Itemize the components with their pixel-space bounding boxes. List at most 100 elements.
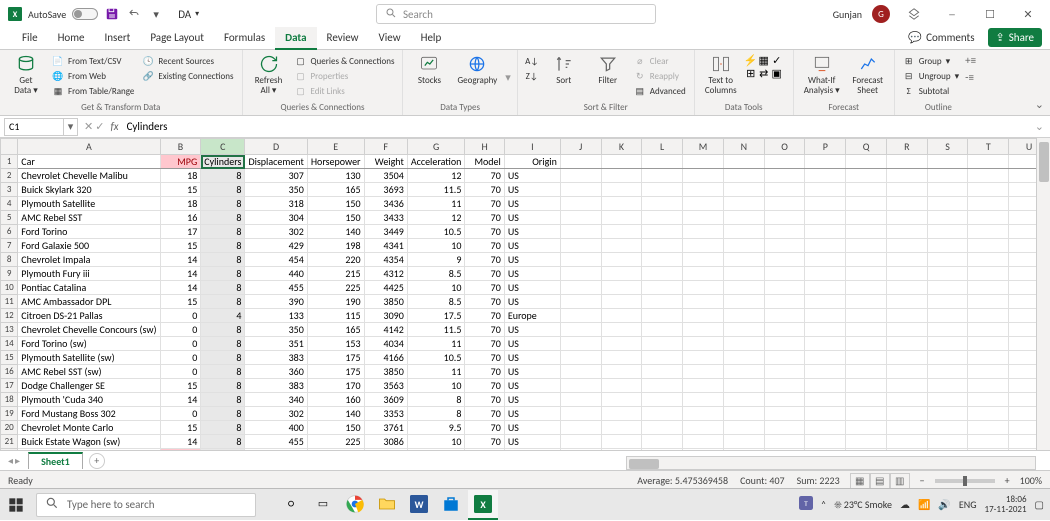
cell-N7[interactable] (723, 239, 764, 253)
cell-G13[interactable]: 11.5 (407, 323, 465, 337)
cell-A18[interactable]: Plymouth 'Cuda 340 (18, 393, 160, 407)
cell-T12[interactable] (968, 309, 1009, 323)
cell-I2[interactable]: US (504, 169, 560, 183)
cell-I4[interactable]: US (504, 197, 560, 211)
cell-K2[interactable] (601, 169, 642, 183)
cell-H10[interactable]: 70 (465, 281, 504, 295)
cell-P15[interactable] (805, 351, 846, 365)
cell-M3[interactable] (683, 183, 724, 197)
user-name[interactable]: Gunjan (833, 8, 862, 21)
cell-Q21[interactable] (846, 435, 887, 449)
cell-I15[interactable]: US (504, 351, 560, 365)
cell-E14[interactable]: 153 (307, 337, 364, 351)
cell-F3[interactable]: 3693 (364, 183, 407, 197)
cell-H16[interactable]: 70 (465, 365, 504, 379)
cell-M13[interactable] (683, 323, 724, 337)
cell-A21[interactable]: Buick Estate Wagon (sw) (18, 435, 160, 449)
page-break-view-button[interactable]: ▥ (890, 473, 910, 489)
cell-T21[interactable] (968, 435, 1009, 449)
consolidate-icon[interactable]: ⊞ (745, 67, 757, 79)
cell-I10[interactable]: US (504, 281, 560, 295)
cell-O20[interactable] (764, 421, 805, 435)
tray-clock[interactable]: 18:06 17-11-2021 (985, 495, 1027, 515)
cell-M17[interactable] (683, 379, 724, 393)
cell-G8[interactable]: 9 (407, 253, 465, 267)
cell-G4[interactable]: 11 (407, 197, 465, 211)
cell-E12[interactable]: 115 (307, 309, 364, 323)
cell-G19[interactable]: 8 (407, 407, 465, 421)
cell-F17[interactable]: 3563 (364, 379, 407, 393)
tab-view[interactable]: View (369, 27, 411, 49)
cell-M6[interactable] (683, 225, 724, 239)
cell-B8[interactable]: 14 (160, 253, 201, 267)
cell-H11[interactable]: 70 (465, 295, 504, 309)
cell-G6[interactable]: 10.5 (407, 225, 465, 239)
qat-dropdown-icon[interactable]: ▾ (148, 6, 164, 22)
cell-E13[interactable]: 165 (307, 323, 364, 337)
cell-M21[interactable] (683, 435, 724, 449)
cell-E6[interactable]: 140 (307, 225, 364, 239)
cell-O11[interactable] (764, 295, 805, 309)
cell-H4[interactable]: 70 (465, 197, 504, 211)
cell-C5[interactable]: 8 (201, 211, 245, 225)
cell-I1[interactable]: Origin (504, 155, 560, 169)
cell-A7[interactable]: Ford Galaxie 500 (18, 239, 160, 253)
cell-J1[interactable] (560, 155, 601, 169)
cell-O2[interactable] (764, 169, 805, 183)
cell-F9[interactable]: 4312 (364, 267, 407, 281)
row-header-20[interactable]: 20 (1, 421, 18, 435)
col-header-F[interactable]: F (364, 139, 407, 155)
cell-S6[interactable] (927, 225, 968, 239)
cell-M10[interactable] (683, 281, 724, 295)
cell-N4[interactable] (723, 197, 764, 211)
cell-Q13[interactable] (846, 323, 887, 337)
cell-L2[interactable] (642, 169, 683, 183)
cell-S12[interactable] (927, 309, 968, 323)
cell-I7[interactable]: US (504, 239, 560, 253)
cell-E1[interactable]: Horsepower (307, 155, 364, 169)
cell-K15[interactable] (601, 351, 642, 365)
cell-D10[interactable]: 455 (245, 281, 307, 295)
cell-L14[interactable] (642, 337, 683, 351)
cell-D21[interactable]: 455 (245, 435, 307, 449)
cell-P16[interactable] (805, 365, 846, 379)
cell-R14[interactable] (886, 337, 927, 351)
cell-A14[interactable]: Ford Torino (sw) (18, 337, 160, 351)
cell-H7[interactable]: 70 (465, 239, 504, 253)
cell-O3[interactable] (764, 183, 805, 197)
cell-B20[interactable]: 15 (160, 421, 201, 435)
cell-D19[interactable]: 302 (245, 407, 307, 421)
cell-I16[interactable]: US (504, 365, 560, 379)
cell-N8[interactable] (723, 253, 764, 267)
row-header-7[interactable]: 7 (1, 239, 18, 253)
tab-formulas[interactable]: Formulas (214, 27, 275, 49)
row-header-4[interactable]: 4 (1, 197, 18, 211)
row-header-21[interactable]: 21 (1, 435, 18, 449)
cell-B19[interactable]: 0 (160, 407, 201, 421)
col-header-L[interactable]: L (642, 139, 683, 155)
cell-B6[interactable]: 17 (160, 225, 201, 239)
cell-L1[interactable] (642, 155, 683, 169)
col-header-A[interactable]: A (18, 139, 160, 155)
col-header-T[interactable]: T (968, 139, 1009, 155)
cell-N5[interactable] (723, 211, 764, 225)
zoom-in-button[interactable]: + (1005, 474, 1010, 487)
cell-R5[interactable] (886, 211, 927, 225)
cell-S3[interactable] (927, 183, 968, 197)
cell-R6[interactable] (886, 225, 927, 239)
cell-K18[interactable] (601, 393, 642, 407)
cell-L6[interactable] (642, 225, 683, 239)
cell-B12[interactable]: 0 (160, 309, 201, 323)
add-sheet-button[interactable]: + (89, 453, 105, 469)
cell-T9[interactable] (968, 267, 1009, 281)
cell-R18[interactable] (886, 393, 927, 407)
cell-P6[interactable] (805, 225, 846, 239)
cell-T7[interactable] (968, 239, 1009, 253)
data-model-icon[interactable]: ▣ (771, 67, 783, 79)
cell-T10[interactable] (968, 281, 1009, 295)
cell-P12[interactable] (805, 309, 846, 323)
cell-H9[interactable]: 70 (465, 267, 504, 281)
cell-L11[interactable] (642, 295, 683, 309)
cell-B14[interactable]: 0 (160, 337, 201, 351)
cell-D9[interactable]: 440 (245, 267, 307, 281)
